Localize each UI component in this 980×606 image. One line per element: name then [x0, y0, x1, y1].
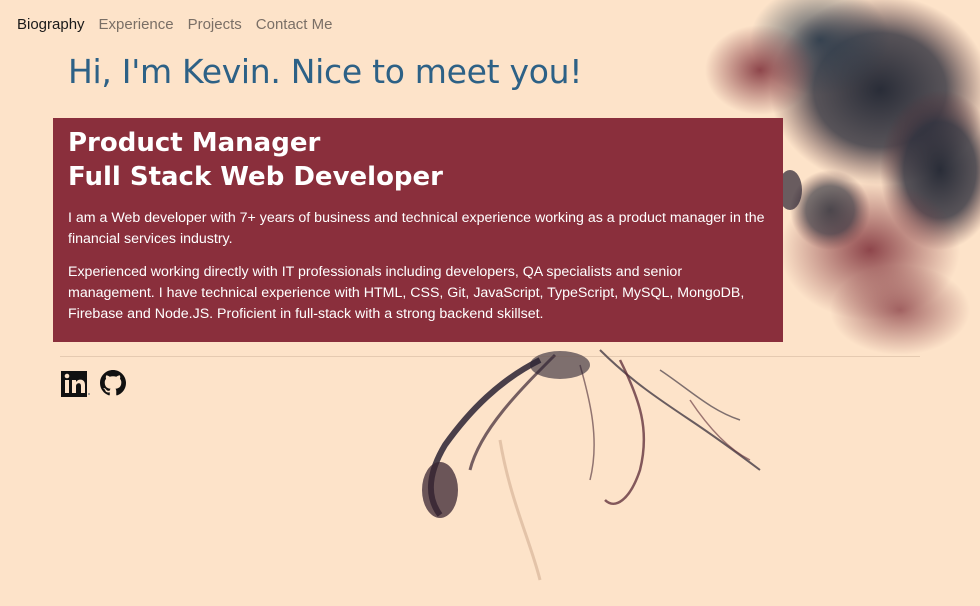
divider: [60, 356, 920, 357]
nav-item-biography[interactable]: Biography: [17, 16, 85, 33]
social-links: [60, 370, 126, 403]
role-title-2: Full Stack Web Developer: [68, 162, 443, 192]
main-nav: Biography Experience Projects Contact Me: [17, 16, 346, 33]
bio-paragraph-2: Experienced working directly with IT pro…: [68, 264, 745, 322]
nav-item-experience[interactable]: Experience: [99, 16, 174, 33]
nav-item-projects[interactable]: Projects: [188, 16, 242, 33]
nav-item-contact-me[interactable]: Contact Me: [256, 16, 333, 33]
role-title-1: Product Manager: [68, 128, 321, 158]
linkedin-icon[interactable]: [60, 370, 90, 403]
bio-paragraph-1: I am a Web developer with 7+ years of bu…: [68, 210, 765, 247]
bio-card: Product Manager Full Stack Web Developer…: [53, 118, 783, 342]
github-icon[interactable]: [100, 370, 126, 403]
page-title: Hi, I'm Kevin. Nice to meet you!: [68, 52, 583, 91]
